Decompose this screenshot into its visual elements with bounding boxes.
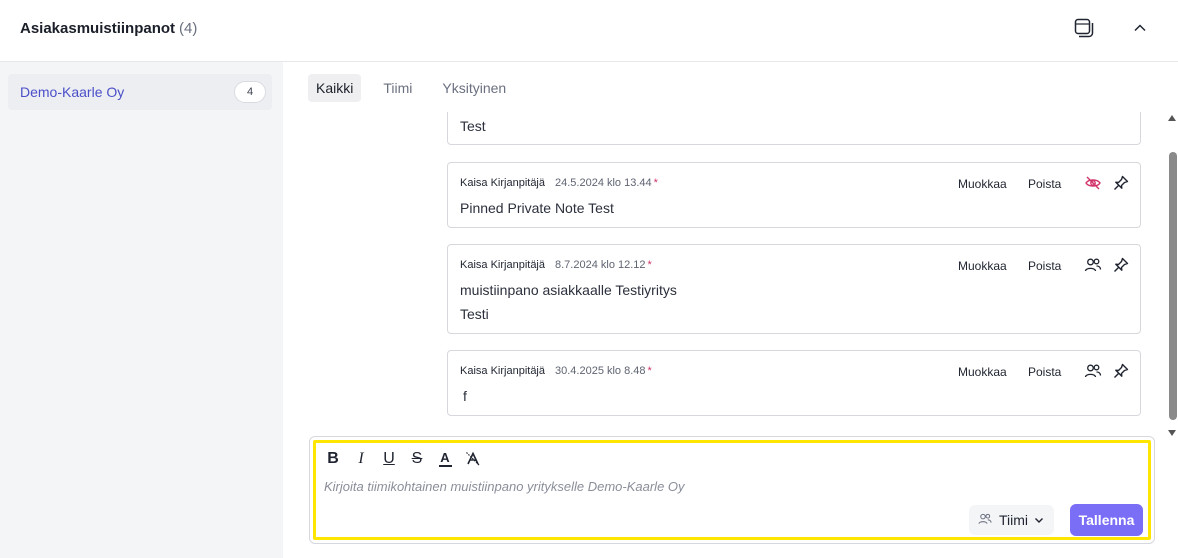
sidebar-item-company[interactable]: Demo-Kaarle Oy 4 bbox=[8, 74, 272, 110]
note-date: 8.7.2024 klo 12.12 bbox=[555, 259, 646, 271]
note-author: Kaisa Kirjanpitäjä bbox=[460, 365, 545, 377]
note-date: 30.4.2025 klo 8.48 bbox=[555, 365, 646, 377]
note-meta: Kaisa Kirjanpitäjä 8.7.2024 klo 12.12 * bbox=[460, 259, 652, 271]
notes-count: (4) bbox=[179, 20, 198, 37]
note-input[interactable]: Kirjoita tiimikohtainen muistiinpano yri… bbox=[324, 479, 685, 494]
clear-format-icon[interactable] bbox=[464, 449, 482, 469]
edit-button[interactable]: Muokkaa bbox=[958, 177, 1007, 191]
eye-off-icon[interactable] bbox=[1083, 173, 1103, 193]
scroll-down-arrow-icon[interactable] bbox=[1168, 430, 1176, 436]
italic-button[interactable]: I bbox=[352, 449, 370, 469]
delete-button[interactable]: Poista bbox=[1028, 259, 1061, 273]
bold-button[interactable]: B bbox=[324, 449, 342, 469]
tab-tiimi[interactable]: Tiimi bbox=[375, 74, 420, 102]
note-text: Testi bbox=[460, 306, 489, 322]
notes-scrollbar[interactable] bbox=[1166, 112, 1178, 440]
company-name: Demo-Kaarle Oy bbox=[20, 84, 125, 100]
tab-yksityinen[interactable]: Yksityinen bbox=[434, 74, 514, 102]
delete-button[interactable]: Poista bbox=[1028, 177, 1061, 191]
pin-icon[interactable] bbox=[1111, 255, 1131, 275]
chevron-down-icon bbox=[1034, 512, 1044, 528]
note-card: Kaisa Kirjanpitäjä 30.4.2025 klo 8.48 * Mu… bbox=[447, 350, 1141, 416]
note-card: Kaisa Kirjanpitäjä 24.5.2024 klo 13.44 * M… bbox=[447, 162, 1141, 228]
note-author: Kaisa Kirjanpitäjä bbox=[460, 177, 545, 189]
note-edited-marker: * bbox=[647, 259, 652, 271]
company-sidebar: Demo-Kaarle Oy 4 bbox=[0, 62, 283, 558]
panel-title-text: Asiakasmuistiinpanot bbox=[20, 20, 176, 37]
visibility-select-value: Tiimi bbox=[999, 512, 1029, 528]
text-color-underline bbox=[438, 465, 452, 467]
team-icon[interactable] bbox=[1083, 255, 1103, 275]
editor-toolbar: B I U S A bbox=[324, 449, 482, 469]
filter-tabs: Kaikki Tiimi Yksityinen bbox=[308, 74, 524, 102]
note-meta: Kaisa Kirjanpitäjä 24.5.2024 klo 13.44 * bbox=[460, 177, 658, 189]
note-text: Test bbox=[460, 118, 486, 134]
scrollbar-thumb[interactable] bbox=[1169, 152, 1177, 420]
note-meta: Kaisa Kirjanpitäjä 30.4.2025 klo 8.48 * bbox=[460, 365, 652, 377]
note-text: f bbox=[463, 388, 467, 404]
note-edited-marker: * bbox=[653, 177, 658, 189]
text-color-button[interactable]: A bbox=[436, 449, 454, 469]
note-edited-marker: * bbox=[647, 365, 652, 377]
strikethrough-button[interactable]: S bbox=[408, 449, 426, 469]
copy-window-icon[interactable] bbox=[1072, 16, 1096, 40]
note-author: Kaisa Kirjanpitäjä bbox=[460, 259, 545, 271]
pin-icon[interactable] bbox=[1111, 173, 1131, 193]
text-color-icon: A bbox=[440, 450, 450, 465]
note-card: Kaisa Kirjanpitäjä 8.7.2024 klo 12.12 * Mu… bbox=[447, 244, 1141, 334]
underline-button[interactable]: U bbox=[380, 449, 398, 469]
team-icon bbox=[977, 511, 993, 530]
note-text: Pinned Private Note Test bbox=[460, 200, 614, 216]
chevron-up-icon[interactable] bbox=[1128, 16, 1152, 40]
visibility-select[interactable]: Tiimi bbox=[969, 505, 1055, 535]
delete-button[interactable]: Poista bbox=[1028, 365, 1061, 379]
team-icon[interactable] bbox=[1083, 361, 1103, 381]
edit-button[interactable]: Muokkaa bbox=[958, 365, 1007, 379]
save-button[interactable]: Tallenna bbox=[1070, 504, 1143, 536]
note-card: Test bbox=[447, 112, 1141, 145]
pin-icon[interactable] bbox=[1111, 361, 1131, 381]
scroll-up-arrow-icon[interactable] bbox=[1168, 115, 1176, 121]
notes-list[interactable]: Test Kaisa Kirjanpitäjä 24.5.2024 klo 13.… bbox=[440, 112, 1164, 422]
note-date: 24.5.2024 klo 13.44 bbox=[555, 177, 652, 189]
edit-button[interactable]: Muokkaa bbox=[958, 259, 1007, 273]
note-text: muistiinpano asiakkaalle Testiyritys bbox=[460, 282, 677, 298]
company-note-count-badge: 4 bbox=[234, 81, 266, 103]
panel-title: Asiakasmuistiinpanot (4) bbox=[20, 20, 197, 37]
note-editor: B I U S A Kirjoita tiimikohtainen muisti… bbox=[313, 440, 1151, 540]
tab-kaikki[interactable]: Kaikki bbox=[308, 74, 362, 102]
panel-header: Asiakasmuistiinpanot (4) bbox=[0, 0, 1178, 62]
